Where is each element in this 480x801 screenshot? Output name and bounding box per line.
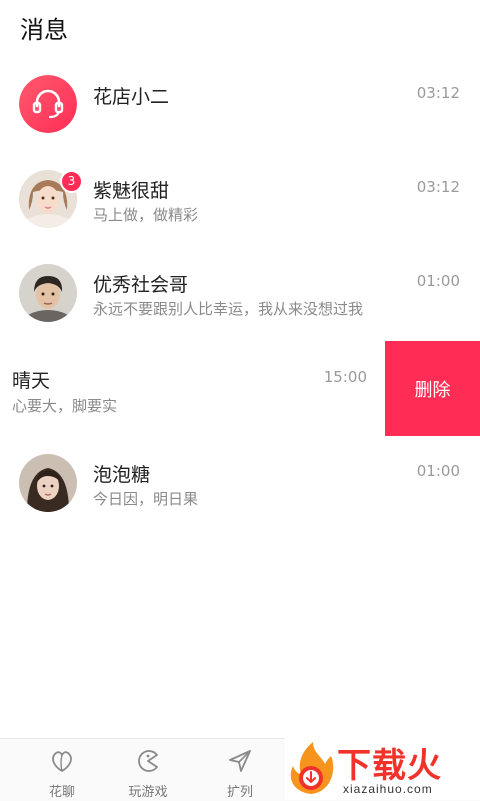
watermark-sub: xiazaihuo.com <box>343 782 433 796</box>
send-icon <box>229 750 251 772</box>
conversation-preview: 今日因，明日果 <box>93 490 199 508</box>
conversation-item[interactable]: 泡泡糖 今日因，明日果 01:00 <box>0 436 480 530</box>
tab-label: 扩列 <box>226 785 253 800</box>
flame-logo-icon <box>290 742 334 794</box>
conversation-name: 优秀社会哥 <box>93 274 189 296</box>
conversation-time: 03:12 <box>416 84 460 102</box>
customer-service-icon <box>19 75 77 133</box>
conversation-name: 泡泡糖 <box>93 464 151 486</box>
tab-hualiao[interactable]: 花聊 <box>22 739 102 801</box>
tab-label: 玩游戏 <box>128 785 168 800</box>
conversation-time: 01:00 <box>416 462 460 480</box>
heart-leaf-icon <box>52 751 72 773</box>
conversation-name: 晴天 <box>12 370 51 392</box>
watermark-text: 下载火 <box>337 746 442 786</box>
watermark: 下载火 xiazaihuo.com <box>285 738 480 800</box>
conversation-time: 03:12 <box>416 178 460 196</box>
tab-kuolie[interactable]: 扩列 <box>200 739 280 801</box>
conversation-item[interactable]: 花店小二 03:12 <box>0 58 480 152</box>
avatar <box>19 454 77 512</box>
conversation-item[interactable]: 优秀社会哥 永远不要跟别人比幸运，我从来没想过我 01:00 <box>0 246 480 340</box>
conversation-item[interactable]: 3 紫魅很甜 马上做，做精彩 03:12 <box>0 152 480 246</box>
conversation-preview: 心要大，脚要实 <box>12 397 118 415</box>
tab-play-game[interactable]: 玩游戏 <box>108 739 188 801</box>
conversation-preview: 永远不要跟别人比幸运，我从来没想过我 <box>93 300 364 318</box>
page-title: 消息 <box>20 16 68 44</box>
tab-label: 花聊 <box>48 785 75 800</box>
conversation-name: 花店小二 <box>93 86 170 108</box>
avatar <box>19 264 77 322</box>
conversation-time: 15:00 <box>323 368 367 386</box>
conversation-name: 紫魅很甜 <box>93 180 170 202</box>
conversation-preview: 马上做，做精彩 <box>93 206 199 224</box>
conversation-time: 01:00 <box>416 272 460 290</box>
unread-badge: 3 <box>60 170 83 193</box>
header: 消息 <box>0 0 480 56</box>
pacman-icon <box>138 750 158 772</box>
delete-button[interactable]: 删除 <box>385 341 480 436</box>
